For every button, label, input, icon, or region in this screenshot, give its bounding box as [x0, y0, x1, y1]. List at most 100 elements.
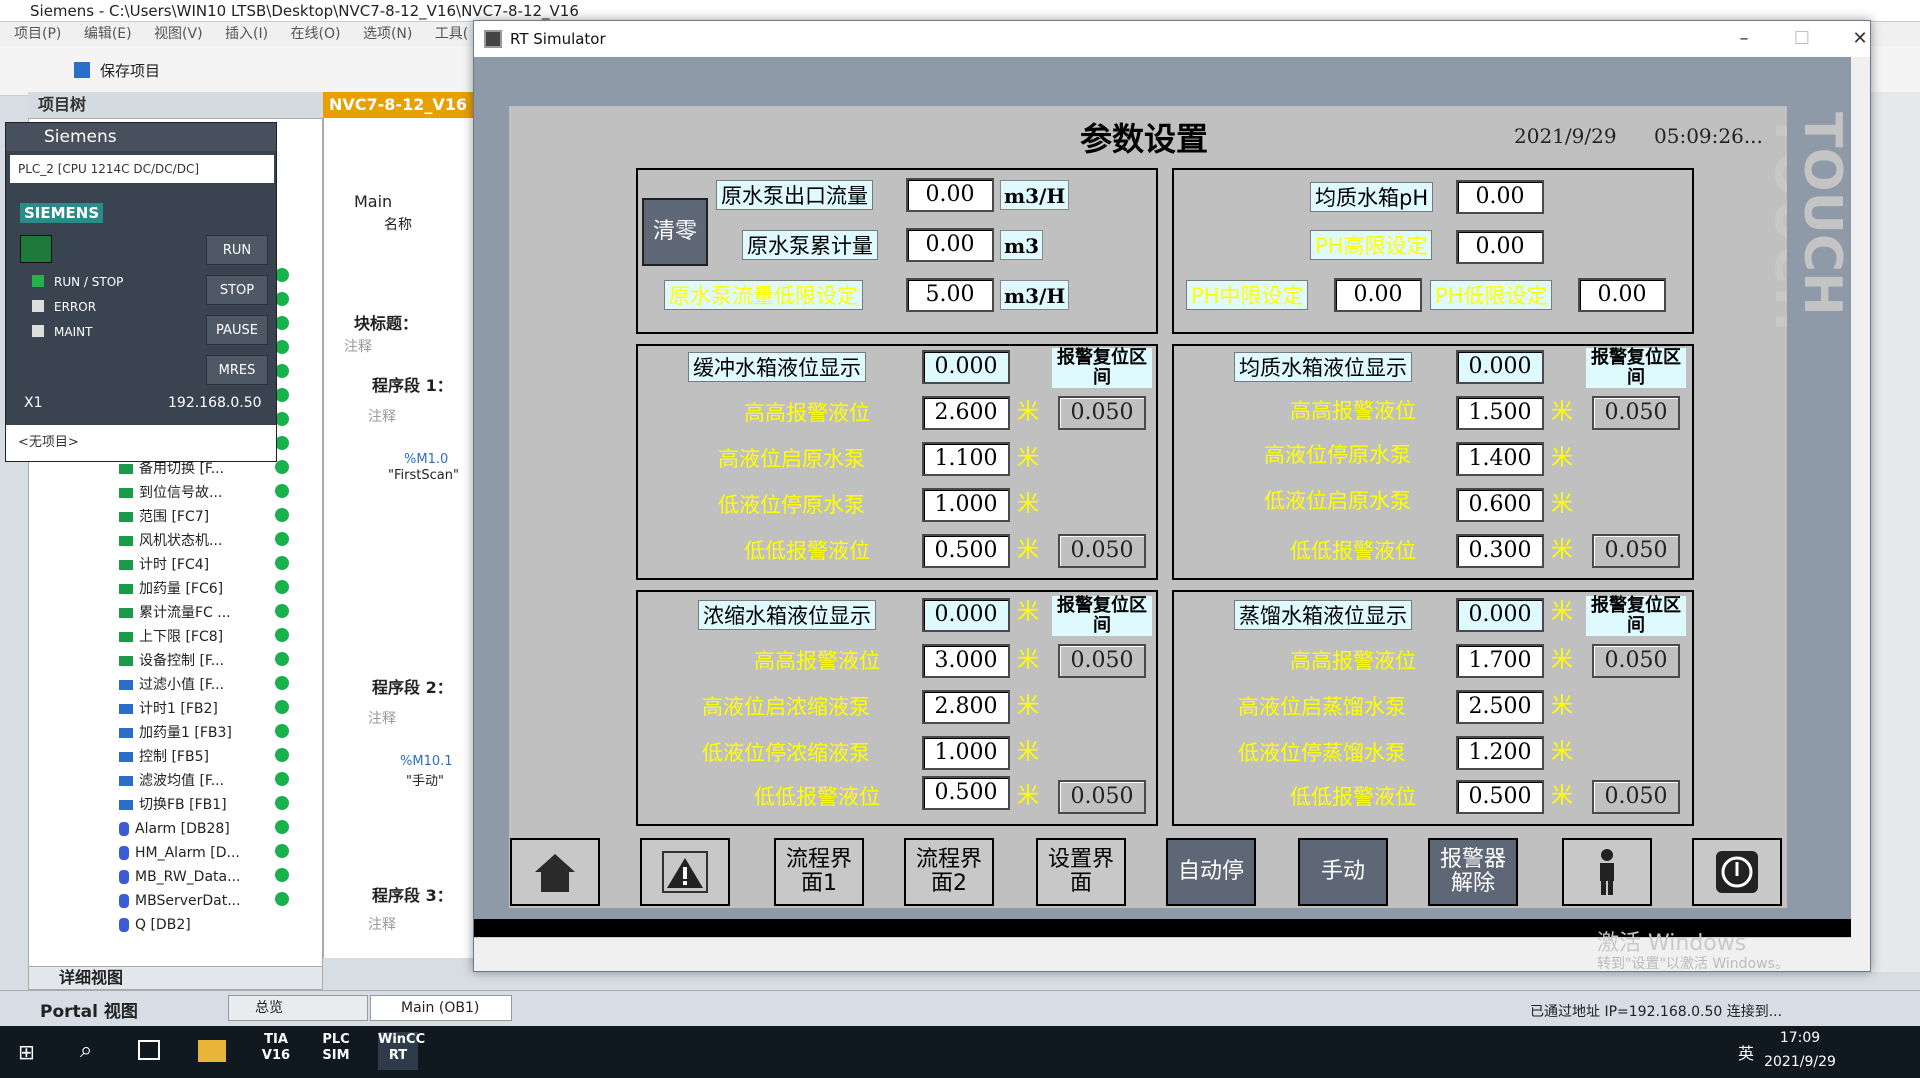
tree-item[interactable]: 计时 [FC4]	[119, 553, 209, 577]
home-button[interactable]	[510, 838, 600, 906]
homog-low-input[interactable]: 0.600	[1456, 488, 1544, 522]
minimize-icon[interactable]: –	[1724, 27, 1764, 51]
segment-2[interactable]: 程序段 2：	[372, 674, 453, 698]
tree-item[interactable]: 累计流量FC ...	[119, 601, 231, 625]
flow-screen-1-button[interactable]: 流程界面1	[774, 838, 864, 906]
tree-item[interactable]: 加药量1 [FB3]	[119, 721, 232, 745]
tree-item[interactable]: Q [DB2]	[119, 913, 191, 937]
auto-stop-button[interactable]: 自动停	[1166, 838, 1256, 906]
wincc-taskbar-app[interactable]: WinCC RT	[378, 1032, 425, 1070]
tree-item[interactable]: 滤波均值 [F...	[119, 769, 224, 793]
windows-start-icon[interactable]: ⊞	[18, 1042, 38, 1062]
vertical-scrollbar[interactable]	[1851, 57, 1870, 937]
ph-high-limit-input[interactable]: 0.00	[1456, 230, 1544, 264]
flow-screen-2-button[interactable]: 流程界面2	[904, 838, 994, 906]
conc-hh-reset[interactable]: 0.050	[1058, 644, 1146, 678]
overview-tab[interactable]: 总览	[228, 995, 368, 1021]
settings-screen-button[interactable]: 设置界面	[1036, 838, 1126, 906]
menu-insert[interactable]: 插入(I)	[225, 26, 268, 42]
conc-hh-input[interactable]: 3.000	[922, 644, 1010, 678]
main-ob1-tab[interactable]: Main (OB1)	[370, 995, 512, 1021]
segment-1[interactable]: 程序段 1：	[372, 372, 453, 396]
tree-item[interactable]: MBServerDat...	[119, 889, 241, 913]
homog-hh-reset[interactable]: 0.050	[1592, 396, 1680, 430]
taskbar-time[interactable]: 17:09	[1760, 1030, 1840, 1046]
buffer-ll-reset[interactable]: 0.050	[1058, 534, 1146, 568]
save-project-button[interactable]: 保存项目	[100, 60, 160, 81]
alarm-view-button[interactable]	[640, 838, 730, 906]
distill-low-input[interactable]: 1.200	[1456, 736, 1544, 770]
maximize-icon[interactable]: ☐	[1782, 27, 1822, 51]
conc-low-input[interactable]: 1.000	[922, 736, 1010, 770]
segment-3[interactable]: 程序段 3：	[372, 882, 453, 906]
task-view-icon[interactable]	[138, 1040, 160, 1060]
tree-item[interactable]: 切换FB [FB1]	[119, 793, 227, 817]
tree-item[interactable]: HM_Alarm [D...	[119, 841, 240, 865]
buffer-hh-input[interactable]: 2.600	[922, 396, 1010, 430]
raw-pump-low-limit-input[interactable]: 5.00	[906, 278, 994, 312]
ph-mid-limit-input[interactable]: 0.00	[1334, 278, 1422, 312]
editor-tab[interactable]: NVC7-8-12_V16	[323, 92, 473, 118]
tree-item[interactable]: 范围 [FC7]	[119, 505, 209, 529]
distill-high-input[interactable]: 2.500	[1456, 690, 1544, 724]
menu-view[interactable]: 视图(V)	[154, 26, 203, 42]
plcsim-taskbar-app[interactable]: PLC SIM	[316, 1032, 356, 1070]
menu-online[interactable]: 在线(O)	[291, 26, 341, 42]
tia-taskbar-app[interactable]: TIA V16	[256, 1032, 296, 1070]
search-icon[interactable]: ⌕	[80, 1038, 92, 1063]
run-button[interactable]: RUN	[206, 235, 268, 265]
taskbar-date[interactable]: 2021/9/29	[1760, 1054, 1840, 1070]
detail-view-header[interactable]: 详细视图	[28, 966, 323, 990]
tree-item[interactable]: 控制 [FB5]	[119, 745, 209, 769]
tree-item[interactable]: 上下限 [FC8]	[119, 625, 223, 649]
menu-options[interactable]: 选项(N)	[363, 26, 412, 42]
close-icon[interactable]: ✕	[1840, 27, 1880, 51]
tree-item[interactable]: 加药量 [FC6]	[119, 577, 223, 601]
menu-edit[interactable]: 编辑(E)	[84, 26, 132, 42]
tree-item[interactable]: 计时1 [FB2]	[119, 697, 218, 721]
ph-low-limit-input[interactable]: 0.00	[1578, 278, 1666, 312]
conc-high-input[interactable]: 2.800	[922, 690, 1010, 724]
tree-item[interactable]: 设备控制 [F...	[119, 649, 224, 673]
buffer-low-input[interactable]: 1.000	[922, 488, 1010, 522]
distill-ll-input[interactable]: 0.500	[1456, 780, 1544, 814]
manual-button[interactable]: 手动	[1298, 838, 1388, 906]
portal-view-button[interactable]: Portal 视图	[40, 997, 138, 1022]
save-icon[interactable]	[74, 62, 90, 78]
status-dot	[275, 436, 289, 450]
homog-ll-input[interactable]: 0.300	[1456, 534, 1544, 568]
buffer-high-input[interactable]: 1.100	[922, 442, 1010, 476]
tree-item[interactable]: 过滤小值 [F...	[119, 673, 224, 697]
conc-ll-reset[interactable]: 0.050	[1058, 780, 1146, 814]
buffer-ll-input[interactable]: 0.500	[922, 534, 1010, 568]
distill-hh-input[interactable]: 1.700	[1456, 644, 1544, 678]
distill-hh-reset[interactable]: 0.050	[1592, 644, 1680, 678]
pause-button[interactable]: PAUSE	[206, 315, 268, 345]
ime-indicator[interactable]: 英	[1738, 1040, 1754, 1064]
conc-ll-input[interactable]: 0.500	[922, 776, 1010, 810]
tree-item[interactable]: MB_RW_Data...	[119, 865, 240, 889]
menu-tools[interactable]: 工具(	[435, 26, 468, 42]
alarm-release-button[interactable]: 报警器解除	[1428, 838, 1518, 906]
homog-ll-reset[interactable]: 0.050	[1592, 534, 1680, 568]
stop-button[interactable]: STOP	[206, 275, 268, 305]
file-explorer-icon[interactable]	[198, 1040, 226, 1062]
tree-item[interactable]: Alarm [DB28]	[119, 817, 230, 841]
db-icon	[119, 846, 129, 860]
user-button[interactable]	[1562, 838, 1652, 906]
clear-button[interactable]: 清零	[642, 198, 708, 266]
distill-ll-reset[interactable]: 0.050	[1592, 780, 1680, 814]
tree-item[interactable]: 到位信号故...	[119, 481, 222, 505]
conc-ll-label: 低低报警液位	[754, 785, 880, 809]
menu-project[interactable]: 项目(P)	[14, 26, 61, 42]
power-button[interactable]	[1692, 838, 1782, 906]
name-column: 名称	[384, 217, 412, 233]
homog-hh-input[interactable]: 1.500	[1456, 396, 1544, 430]
activation-watermark-hint: 转到"设置"以激活 Windows。	[1597, 956, 1789, 972]
status-dot	[275, 796, 289, 810]
power-icon[interactable]	[20, 235, 52, 263]
mres-button[interactable]: MRES	[206, 355, 268, 385]
tree-item[interactable]: 风机状态机...	[119, 529, 222, 553]
buffer-hh-reset[interactable]: 0.050	[1058, 396, 1146, 430]
homog-high-input[interactable]: 1.400	[1456, 442, 1544, 476]
